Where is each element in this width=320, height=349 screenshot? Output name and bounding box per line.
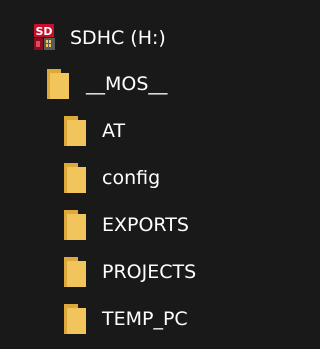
folder-label: PROJECTS: [102, 261, 197, 283]
tree-item-temp-pc[interactable]: TEMP_PC: [0, 299, 246, 339]
tree-item-exports[interactable]: EXPORTS: [0, 205, 246, 245]
folder-icon: [64, 116, 86, 146]
tree-item-mos[interactable]: __MOS__: [0, 64, 246, 104]
folder-icon: [64, 163, 86, 193]
folder-label: EXPORTS: [102, 214, 189, 236]
tree-item-drive[interactable]: SD SDHC (H:): [0, 18, 246, 58]
folder-icon: [64, 304, 86, 334]
folder-icon: [64, 257, 86, 287]
tree-item-at[interactable]: AT: [0, 111, 246, 151]
navigation-tree: SD SDHC (H:) __MOS__ AT config EXPORTS P…: [0, 0, 246, 349]
folder-label: __MOS__: [86, 73, 168, 95]
folder-label: AT: [102, 120, 126, 142]
drive-label: SDHC (H:): [70, 27, 166, 49]
svg-text:SD: SD: [35, 25, 52, 38]
folder-icon: [64, 210, 86, 240]
folder-label: config: [102, 167, 161, 189]
folder-icon: [47, 69, 69, 99]
tree-item-config[interactable]: config: [0, 158, 246, 198]
sd-card-drive-icon: SD: [33, 24, 57, 52]
tree-item-projects[interactable]: PROJECTS: [0, 252, 246, 292]
folder-label: TEMP_PC: [102, 308, 188, 330]
